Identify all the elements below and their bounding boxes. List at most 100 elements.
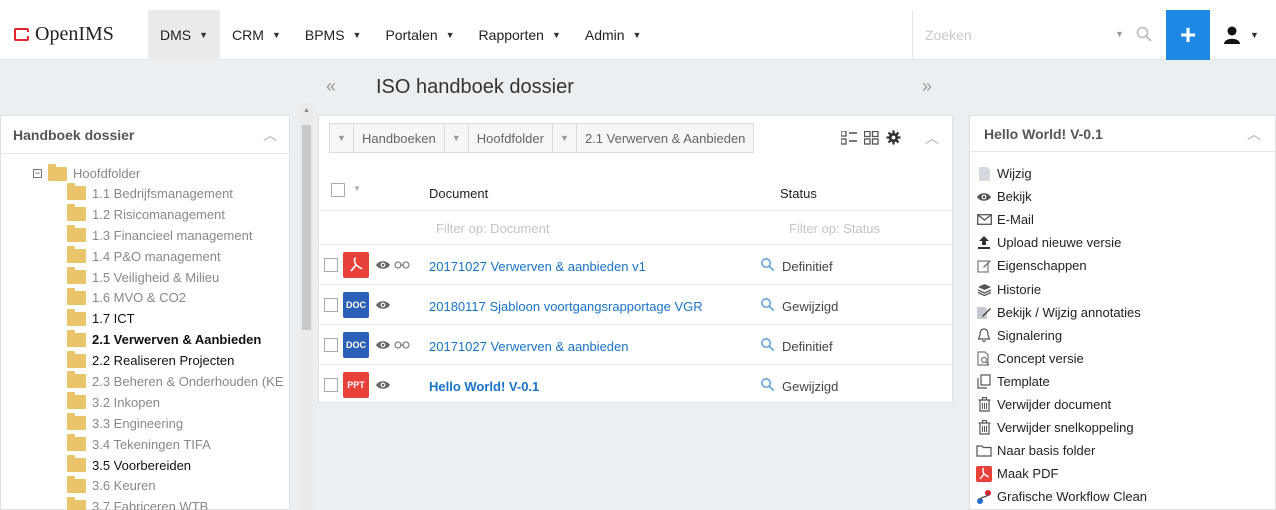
action-verwijder-snelkoppeling[interactable]: Verwijder snelkoppeling [976, 416, 1147, 439]
select-all-checkbox[interactable] [331, 183, 345, 197]
list-view-icon[interactable] [841, 130, 857, 145]
action-upload[interactable]: Upload nieuwe versie [976, 231, 1147, 254]
folder-icon [67, 496, 86, 510]
menu-item-dms[interactable]: DMS ▼ [148, 9, 221, 60]
tree-item[interactable]: 1.7 ICT [67, 308, 284, 329]
action-template[interactable]: Template [976, 370, 1147, 393]
annotate-icon [976, 304, 992, 320]
row-checkbox[interactable] [324, 258, 338, 272]
search-icon[interactable] [760, 377, 775, 392]
document-link[interactable]: 20171027 Verwerven & aanbieden v1 [429, 259, 646, 274]
search-icon[interactable] [760, 257, 775, 272]
folder-icon [67, 225, 86, 243]
action-verwijder-document[interactable]: Verwijder document [976, 393, 1147, 416]
search-input[interactable] [913, 27, 1093, 43]
action-bekijk[interactable]: Bekijk [976, 185, 1147, 208]
eye-icon[interactable] [375, 379, 391, 391]
table-row[interactable]: 20171027 Verwerven & aanbieden v1 Defini… [319, 245, 952, 285]
action-concept[interactable]: Concept versie [976, 347, 1147, 370]
link-icon[interactable] [394, 261, 410, 269]
action-maak-pdf[interactable]: Maak PDF [976, 462, 1147, 485]
eye-icon[interactable] [375, 339, 391, 351]
collapse-chevron-icon[interactable]: ︿ [263, 125, 277, 145]
tree-item-label: 2.1 Verwerven & Aanbieden [92, 332, 262, 348]
action-eigenschappen[interactable]: Eigenschappen [976, 254, 1147, 277]
row-checkbox[interactable] [324, 298, 338, 312]
document-link[interactable]: Hello World! V-0.1 [429, 379, 539, 394]
scroll-up-icon[interactable]: ▲ [303, 107, 310, 114]
action-wijzig[interactable]: Wijzig [976, 162, 1147, 185]
tree-item[interactable]: 3.4 Tekeningen TIFA [67, 434, 284, 455]
caret-down-icon: ▼ [271, 29, 281, 40]
document-link[interactable]: 20180117 Sjabloon voortgangsrapportage V… [429, 299, 703, 314]
folder-icon [67, 329, 86, 347]
action-annotaties[interactable]: Bekijk / Wijzig annotaties [976, 301, 1147, 324]
grid-view-icon[interactable] [864, 130, 879, 145]
menu-item-admin[interactable]: Admin ▼ [573, 10, 654, 60]
action-email[interactable]: E-Mail [976, 208, 1147, 231]
eye-icon[interactable] [375, 299, 391, 311]
action-workflow[interactable]: Grafische Workflow Clean [976, 485, 1147, 508]
tree-item[interactable]: 3.5 Voorbereiden [67, 455, 284, 476]
tree-item[interactable]: 1.1 Bedrijfsmanagement [67, 183, 284, 204]
filter-document-input[interactable]: Filter op: Document [436, 221, 549, 236]
select-dropdown-icon[interactable]: ▼ [353, 184, 361, 193]
document-link[interactable]: 20171027 Verwerven & aanbieden [429, 339, 629, 354]
table-row[interactable]: PPT Hello World! V-0.1 Gewijzigd [319, 365, 952, 405]
scrollbar-thumb[interactable] [302, 125, 311, 330]
user-menu[interactable]: ▼ [1222, 23, 1268, 47]
collapse-chevron-icon[interactable]: ︿ [925, 128, 939, 148]
search-icon[interactable] [760, 297, 775, 312]
tree-item[interactable]: 3.3 Engineering [67, 413, 284, 434]
tree-item[interactable]: 1.3 Financieel management [67, 225, 284, 246]
next-page-button[interactable]: » [922, 76, 932, 97]
action-signalering[interactable]: Signalering [976, 324, 1147, 347]
tree-root[interactable]: − Hoofdfolder [33, 163, 284, 183]
breadcrumb: ▼ Handboeken ▼ Hoofdfolder ▼ 2.1 Verwerv… [329, 123, 755, 153]
row-checkbox[interactable] [324, 338, 338, 352]
tree-item[interactable]: 1.6 MVO & CO2 [67, 287, 284, 308]
action-label: Maak PDF [997, 466, 1059, 482]
menu-item-bpms[interactable]: BPMS ▼ [293, 10, 374, 60]
link-icon[interactable] [394, 341, 410, 349]
menu-item-crm[interactable]: CRM ▼ [220, 10, 293, 60]
column-header-status[interactable]: Status [780, 186, 817, 201]
collapse-chevron-icon[interactable]: ︿ [1247, 124, 1261, 144]
column-header-document[interactable]: Document [429, 186, 488, 201]
tree-item[interactable]: 3.2 Inkopen [67, 392, 284, 413]
breadcrumb-item[interactable]: Hoofdfolder [468, 124, 553, 152]
search-icon[interactable] [760, 337, 775, 352]
prev-page-button[interactable]: « [326, 76, 336, 97]
search-dropdown-icon[interactable]: ▼ [1115, 29, 1124, 39]
add-button[interactable]: + [1166, 10, 1210, 60]
action-historie[interactable]: Historie [976, 277, 1147, 300]
tree-item[interactable]: 3.6 Keuren [67, 475, 284, 496]
breadcrumb-dropdown-icon[interactable]: ▼ [330, 124, 354, 152]
tree-scrollbar[interactable]: ▲ [300, 103, 313, 510]
filter-status-input[interactable]: Filter op: Status [789, 221, 880, 236]
tree-item[interactable]: 2.2 Realiseren Projecten [67, 350, 284, 371]
eye-icon[interactable] [375, 259, 391, 271]
breadcrumb-dropdown-icon[interactable]: ▼ [444, 124, 469, 152]
tree-item[interactable]: 3.7 Fabriceren WTB [67, 496, 284, 510]
brand-logo[interactable]: OpenIMS [0, 10, 148, 60]
tree-item[interactable]: 2.3 Beheren & Onderhouden (KE [67, 371, 284, 392]
edit-icon [976, 258, 992, 274]
tree-item[interactable]: 1.5 Veiligheid & Milieu [67, 267, 284, 288]
menu-item-rapporten[interactable]: Rapporten ▼ [467, 10, 573, 60]
row-checkbox[interactable] [324, 378, 338, 392]
table-row[interactable]: DOC 20171027 Verwerven & aanbieden Defin… [319, 325, 952, 365]
tree-item[interactable]: 1.4 P&O management [67, 246, 284, 267]
breadcrumb-item[interactable]: 2.1 Verwerven & Aanbieden [576, 124, 754, 152]
tree-item-selected[interactable]: 2.1 Verwerven & Aanbieden [67, 329, 284, 350]
menu-item-portalen[interactable]: Portalen ▼ [373, 10, 466, 60]
action-basis-folder[interactable]: Naar basis folder [976, 439, 1147, 462]
search-icon[interactable] [1135, 25, 1153, 43]
breadcrumb-item[interactable]: Handboeken [354, 124, 445, 152]
tree-item[interactable]: 1.2 Risicomanagement [67, 204, 284, 225]
breadcrumb-dropdown-icon[interactable]: ▼ [552, 124, 577, 152]
gear-icon[interactable] [886, 130, 901, 145]
folder-icon [67, 308, 86, 326]
collapse-minus-icon[interactable]: − [33, 169, 42, 178]
table-row[interactable]: DOC 20180117 Sjabloon voortgangsrapporta… [319, 285, 952, 325]
